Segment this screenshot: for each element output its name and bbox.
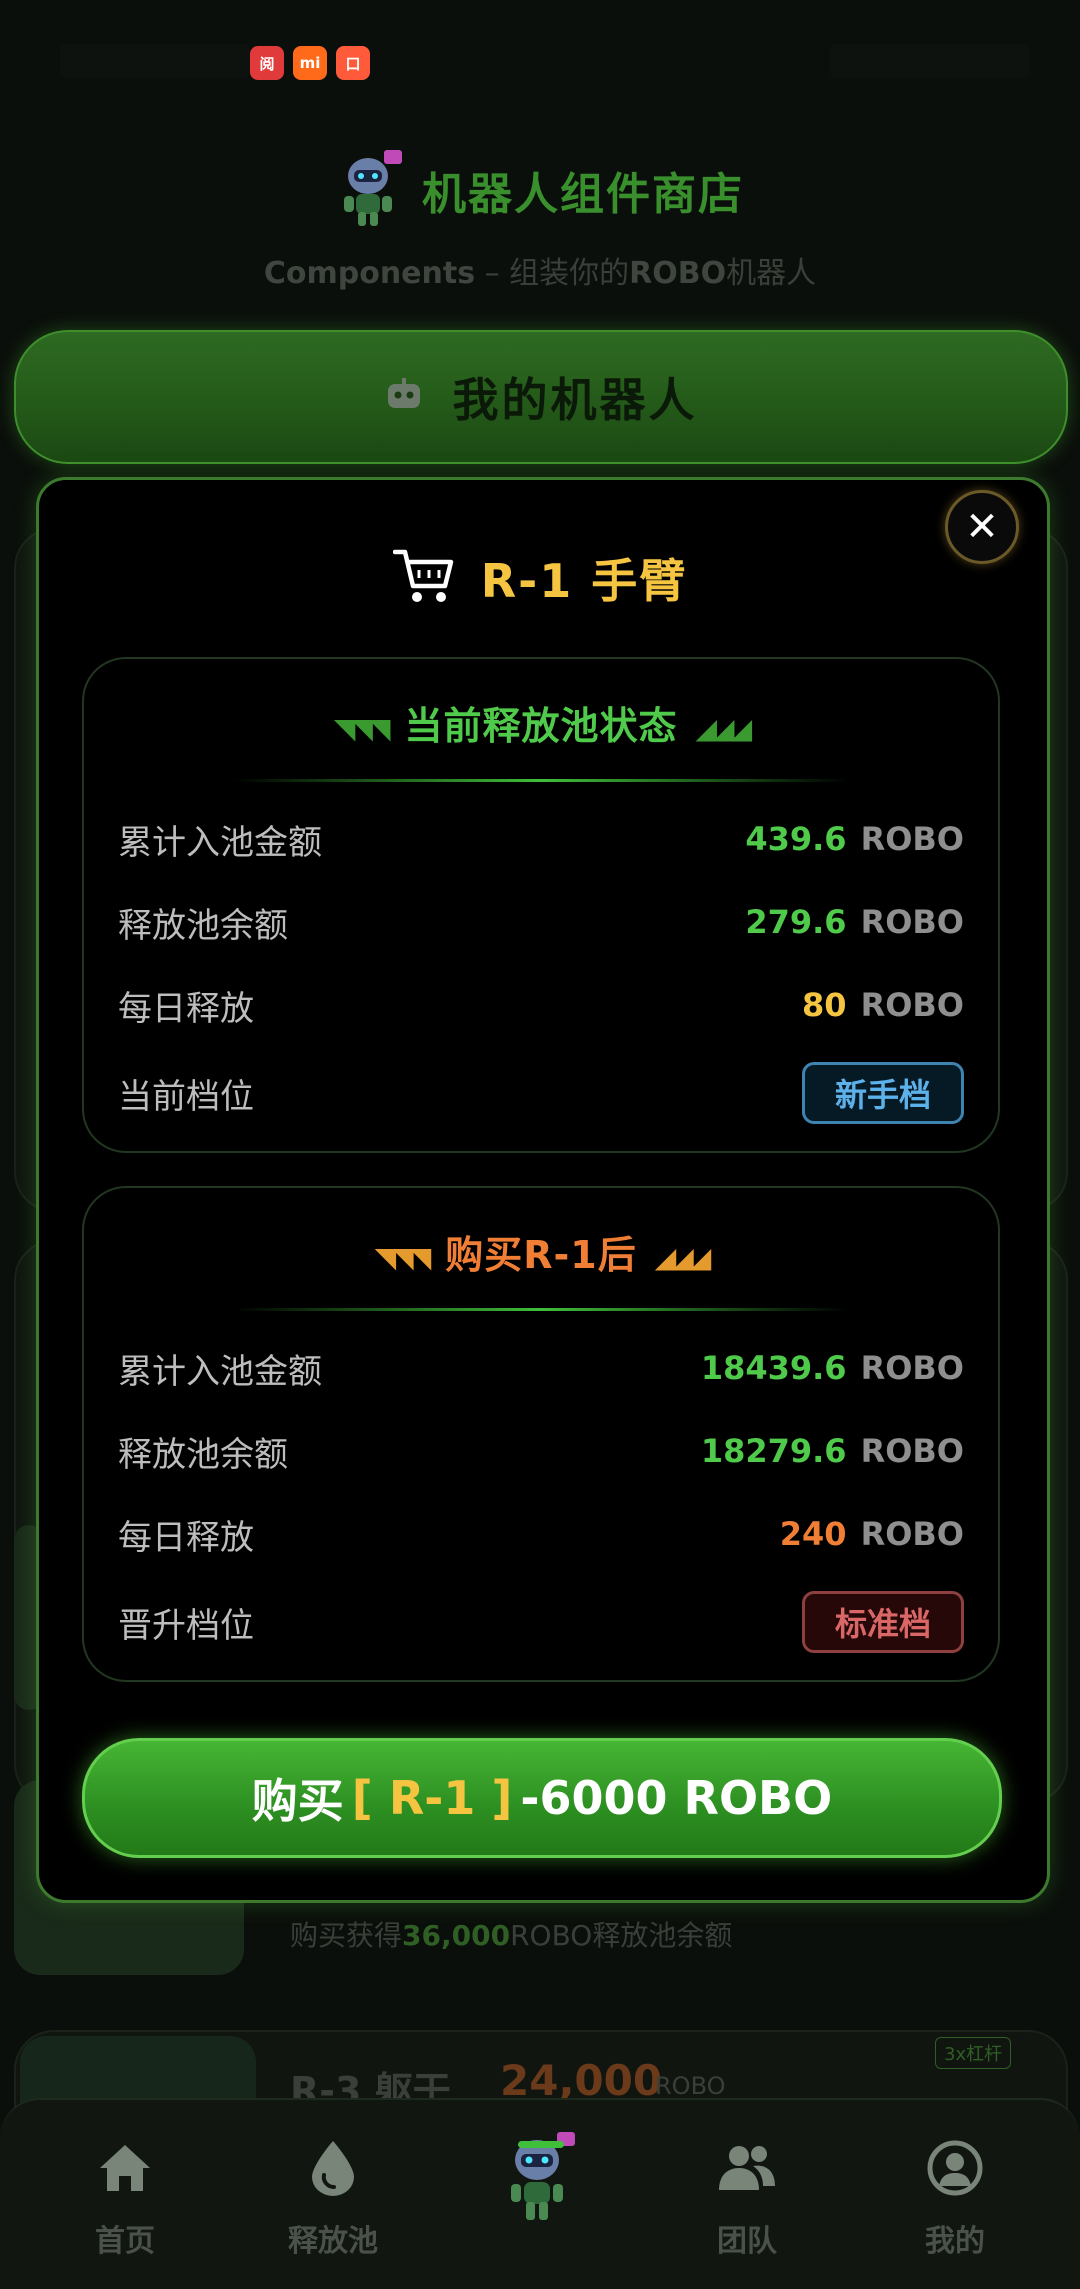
- after-row-daily: 每日释放 240 ROBO: [118, 1515, 964, 1558]
- home-icon: [95, 2138, 155, 2198]
- status-bar: 阅 mi 口: [0, 0, 1080, 120]
- bg-card-badge: 3x杠杆: [935, 2037, 1012, 2069]
- current-row-balance: 释放池余额 279.6 ROBO: [118, 903, 964, 946]
- tab-team[interactable]: 团队: [667, 2118, 827, 2268]
- close-icon: ✕: [965, 504, 999, 550]
- current-pool-heading: ◥◥◥ 当前释放池状态 ◢◢◢: [333, 704, 753, 748]
- bg-card-description: 购买获得36,000ROBO释放池余额: [290, 1919, 733, 1952]
- after-row-tier: 晋升档位 标准档: [118, 1591, 964, 1653]
- tab-robot-center[interactable]: [460, 2098, 620, 2248]
- status-app-icon-1: 阅: [250, 46, 284, 80]
- status-time-area: [60, 44, 250, 78]
- robot-mascot-icon: [336, 148, 408, 232]
- panel-divider: [234, 1308, 848, 1311]
- my-robot-button[interactable]: 我的机器人: [14, 330, 1068, 464]
- current-row-daily: 每日释放 80 ROBO: [118, 986, 964, 1029]
- my-robot-label: 我的机器人: [452, 373, 698, 427]
- current-pool-panel: ◥◥◥ 当前释放池状态 ◢◢◢ 累计入池金额 439.6 ROBO 释放池余额 279…: [82, 657, 1000, 1153]
- team-icon: [717, 2138, 777, 2198]
- status-app-icon-2: mi: [293, 46, 327, 80]
- tier-badge-standard: 标准档: [801, 1591, 964, 1653]
- droplet-icon: [303, 2138, 363, 2198]
- page-subtitle: Components – 组装你的ROBO机器人: [263, 256, 817, 291]
- after-purchase-panel: ◥◥◥ 购买R-1后 ◢◢◢ 累计入池金额 18439.6 ROBO 释放池余额 18…: [82, 1186, 1000, 1682]
- status-system-icons: [830, 44, 1030, 78]
- after-row-balance: 释放池余额 18279.6 ROBO: [118, 1432, 964, 1475]
- cart-icon: [392, 546, 457, 610]
- after-row-total: 累计入池金额 18439.6 ROBO: [118, 1349, 964, 1392]
- after-purchase-heading: ◥◥◥ 购买R-1后 ◢◢◢: [374, 1233, 712, 1277]
- tier-badge-novice: 新手档: [801, 1062, 964, 1124]
- stripes-right-icon: ◢◢◢: [654, 1241, 712, 1274]
- current-row-total: 累计入池金额 439.6 ROBO: [118, 820, 964, 863]
- panel-divider: [234, 779, 848, 782]
- status-app-icon-3: 口: [336, 46, 370, 80]
- stripes-right-icon: ◢◢◢: [695, 712, 753, 745]
- tab-home[interactable]: 首页: [45, 2118, 205, 2268]
- stripes-left-icon: ◥◥◥: [374, 1241, 432, 1274]
- modal-header: R-1 手臂: [0, 545, 1080, 611]
- tab-release-pool[interactable]: 释放池: [253, 2118, 413, 2268]
- profile-icon: [925, 2138, 985, 2198]
- modal-title: R-1 手臂: [480, 554, 688, 608]
- current-row-tier: 当前档位 新手档: [118, 1062, 964, 1124]
- tab-profile[interactable]: 我的: [875, 2118, 1035, 2268]
- buy-button[interactable]: 购买[ R-1 ] -6000 ROBO: [82, 1738, 1002, 1858]
- tab-active-indicator: [518, 2141, 564, 2148]
- bg-card-unit: ROBO: [655, 2072, 726, 2100]
- stripes-left-icon: ◥◥◥: [333, 712, 391, 745]
- robot-head-icon: [385, 378, 423, 416]
- page-title: 机器人组件商店: [422, 169, 744, 220]
- page-header: 机器人组件商店: [0, 150, 1080, 230]
